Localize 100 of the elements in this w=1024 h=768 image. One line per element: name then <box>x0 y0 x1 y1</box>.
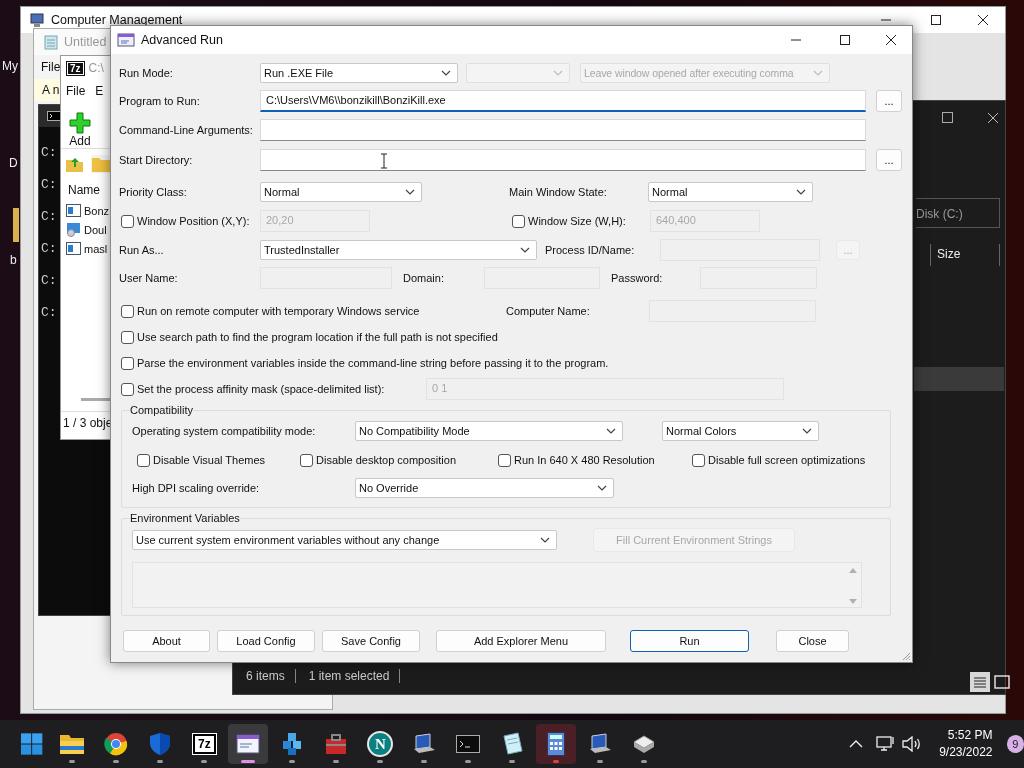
console-line: C: <box>41 273 58 287</box>
notification-badge[interactable]: 9 <box>1006 735 1024 753</box>
menu-item[interactable]: E <box>95 84 104 98</box>
column-header[interactable]: Size <box>930 244 1000 266</box>
checkbox-label: Window Position (X,Y): <box>137 215 250 227</box>
column-header[interactable]: Name <box>68 183 100 197</box>
chevron-up-icon[interactable] <box>849 740 864 748</box>
dropdown[interactable]: No Override <box>355 478 614 498</box>
dialog-button[interactable]: Save Config <box>322 630 420 652</box>
checkbox[interactable] <box>498 453 511 467</box>
document-text: A n <box>42 83 60 97</box>
terminal-icon <box>47 111 61 121</box>
checkbox[interactable] <box>121 382 134 396</box>
window-title: Advanced Run <box>141 33 223 47</box>
resize-grip-icon[interactable] <box>901 651 911 661</box>
clock-date[interactable]: 9/23/2022 <box>939 744 993 761</box>
plus-icon[interactable] <box>69 112 91 134</box>
browse-button[interactable]: ... <box>876 149 902 171</box>
dialog-button[interactable]: Add Explorer Menu <box>436 630 606 652</box>
console-line: C: <box>41 241 58 255</box>
checkbox[interactable] <box>121 356 134 370</box>
desktop-icon-label[interactable]: D <box>9 156 18 170</box>
dropdown[interactable]: No Compatibility Mode <box>355 421 623 441</box>
notepad-icon <box>44 34 58 50</box>
menu-item[interactable]: File <box>66 84 86 98</box>
text-cursor-icon <box>380 153 388 169</box>
checkbox[interactable] <box>121 304 134 318</box>
maximize-icon[interactable] <box>930 14 942 26</box>
desktop-icon-label[interactable]: My <box>2 59 18 73</box>
taskbar-button[interactable]: N <box>360 724 401 764</box>
dropdown[interactable]: Normal <box>648 182 813 202</box>
checkbox-label: Disable desktop composition <box>316 454 457 466</box>
menu-item[interactable]: File <box>41 60 61 74</box>
file-name[interactable]: masl <box>84 242 108 255</box>
clock-time[interactable]: 5:52 PM <box>947 727 993 744</box>
status-text: 1 item selected <box>295 669 401 683</box>
checkbox-label: Disable full screen optimizations <box>708 454 866 466</box>
checkbox-label: Disable Visual Themes <box>153 454 266 466</box>
field-label: High DPI scaling override: <box>132 482 261 494</box>
checkbox[interactable] <box>121 330 134 344</box>
field-label: Priority Class: <box>119 186 188 198</box>
console-line: C: <box>41 177 58 191</box>
dialog-button[interactable]: Run <box>630 630 749 652</box>
checkbox-label: Window Size (W,H): <box>528 215 626 227</box>
start-button[interactable] <box>20 732 44 756</box>
computer-icon <box>412 733 437 755</box>
window-title: Untitled <box>64 35 107 49</box>
dropdown[interactable]: Use current system environment variables without any change <box>132 530 557 550</box>
taskbar-button[interactable] <box>536 724 577 764</box>
taskbar-button[interactable] <box>228 724 269 764</box>
checkbox[interactable] <box>512 214 525 228</box>
field-label: Run Mode: <box>119 67 174 79</box>
field-label: Main Window State: <box>509 186 608 198</box>
browser-icon <box>104 732 129 756</box>
dropdown[interactable]: TrustedInstaller <box>260 240 537 260</box>
maximize-icon[interactable] <box>942 112 953 123</box>
field-label: Computer Name: <box>506 305 591 317</box>
file-name[interactable]: Doul <box>84 223 107 236</box>
shield-icon <box>149 732 172 756</box>
tiles-view-icon[interactable] <box>993 673 1011 691</box>
taskbar-button[interactable]: 7z <box>184 724 225 764</box>
toolbar-label[interactable]: Add <box>69 134 91 148</box>
text-field[interactable] <box>260 149 866 171</box>
dialog-button[interactable]: About <box>123 630 210 652</box>
volume-icon[interactable] <box>902 736 923 752</box>
checkbox[interactable] <box>692 453 705 467</box>
checkbox[interactable] <box>137 453 150 467</box>
text-field[interactable]: C:\Users\VM6\\bonzikill\BonziKill.exe <box>260 90 866 112</box>
program-icon <box>66 242 81 255</box>
field-label: Password: <box>611 272 664 284</box>
checkbox[interactable] <box>121 214 134 228</box>
checkbox-label: Set the process affinity mask (space-delimited list): <box>137 383 385 395</box>
close-icon[interactable] <box>987 112 999 124</box>
terminal-icon <box>456 735 481 753</box>
field-label: User Name: <box>119 272 179 284</box>
window-icon <box>236 733 261 755</box>
close-icon[interactable] <box>977 14 989 26</box>
dialog-button[interactable]: Close <box>776 630 849 652</box>
maximize-icon[interactable] <box>839 34 851 46</box>
checkbox[interactable] <box>300 453 313 467</box>
close-icon[interactable] <box>885 34 897 46</box>
desktop-icon-label[interactable]: b <box>10 253 17 267</box>
drive-icon <box>632 734 657 754</box>
network-icon[interactable] <box>876 735 897 753</box>
field-label: Process ID/Name: <box>545 244 636 256</box>
dropdown[interactable]: Run .EXE File <box>260 63 458 83</box>
dropdown[interactable]: Normal <box>260 182 422 202</box>
dropdown[interactable]: Normal Colors <box>662 421 819 441</box>
field-label: Operating system compatibility mode: <box>132 425 317 437</box>
folder-up-icon[interactable] <box>65 155 85 173</box>
address-bar[interactable]: Disk (C:) <box>916 198 1000 228</box>
window-title: Computer Management <box>51 13 183 27</box>
program-icon <box>66 204 81 217</box>
group-title: Compatibility <box>130 404 193 416</box>
dialog-button[interactable]: Load Config <box>217 630 315 652</box>
group-title: Environment Variables <box>130 512 240 524</box>
browse-button[interactable]: ... <box>876 90 902 112</box>
console-line: C: <box>41 305 58 319</box>
text-field[interactable] <box>260 119 866 141</box>
file-name[interactable]: Bonz <box>84 204 110 217</box>
